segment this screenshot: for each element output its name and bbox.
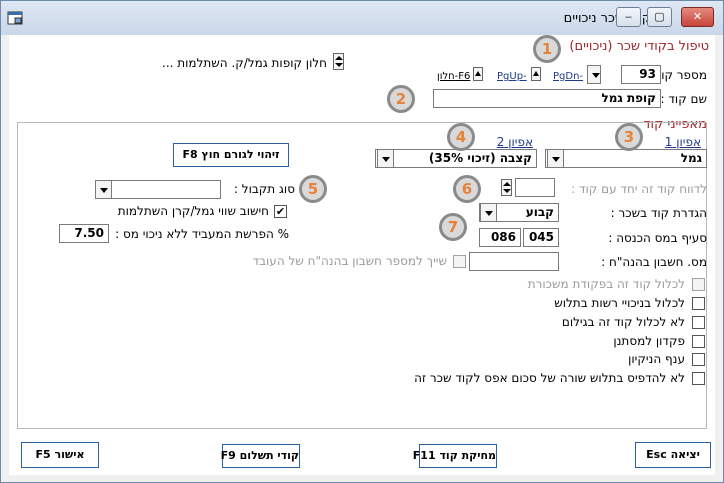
check-deposit[interactable] — [692, 335, 705, 348]
income-tax-input-a[interactable]: 045 — [523, 228, 559, 247]
app-icon — [7, 11, 23, 25]
delete-code-button[interactable]: מחיקת קוד F11 — [413, 444, 497, 468]
fund-window-spinner[interactable] — [333, 53, 344, 70]
employer-pct-input[interactable]: 7.50 — [59, 224, 109, 243]
receipt-type-dropdown-button[interactable] — [95, 180, 112, 199]
check-label-cleaning: ענף הניקיון — [628, 352, 685, 366]
exit-button[interactable]: יציאה Esc — [635, 442, 711, 468]
check-label-payroll: לכלול קוד זה בפקודת משכורת — [527, 277, 685, 291]
annotation-badge-5: 5 — [299, 175, 327, 203]
code-name-label: שם קוד : — [660, 92, 707, 106]
pgdn-link[interactable]: PgDn- — [553, 71, 583, 82]
check-label-deposit: פקדון למסתנן — [613, 334, 685, 348]
pgup-arrow-icon[interactable] — [531, 67, 541, 81]
check-label-optional: לכלול בניכויי רשות בתלוש — [554, 296, 685, 310]
bank-account-input[interactable] — [469, 252, 559, 271]
annotation-badge-4: 4 — [447, 123, 475, 151]
check-payroll[interactable] — [692, 278, 705, 291]
report-with-code-label: לדווח קוד זה יחד עם קוד : — [571, 182, 707, 196]
check-no-zero[interactable] — [692, 372, 705, 385]
calc-fund-label: חישוב שווי גמל/קרן השתלמות — [117, 204, 269, 218]
code-name-input[interactable]: קופת גמל — [433, 89, 661, 108]
employer-pct-label: % הפרשת המעביד ללא ניכוי מס : — [115, 227, 289, 241]
maximize-button[interactable]: ▢ — [647, 7, 672, 27]
pgup-link[interactable]: PgUp- — [497, 71, 527, 82]
attr1-label: אפיון 1 — [664, 135, 701, 149]
attr2-dropdown-button[interactable] — [377, 149, 394, 168]
calc-fund-checkbox[interactable]: ✔ — [274, 205, 287, 218]
receipt-type-label: סוג תקבול : — [233, 182, 295, 196]
attr2-label: אפיון 2 — [496, 135, 533, 149]
code-def-dropdown-button[interactable] — [480, 203, 497, 222]
report-with-code-input[interactable] — [515, 178, 555, 197]
code-dropdown-button[interactable] — [587, 65, 601, 84]
check-optional[interactable] — [692, 297, 705, 310]
f6-arrow-icon[interactable] — [473, 67, 483, 81]
check-label-no-zero: לא להדפיס בתלוש שורה של סכום אפס לקוד שכ… — [414, 371, 685, 385]
annotation-badge-7: 7 — [439, 213, 467, 241]
fund-window-link[interactable]: חלון קופות גמל/ק. השתלמות ... — [162, 56, 327, 70]
receipt-type-input[interactable] — [95, 180, 221, 199]
annotation-badge-3: 3 — [615, 123, 643, 151]
code-number-input[interactable]: 93 — [621, 65, 661, 84]
external-id-f8-button[interactable]: זיהוי לגורם חוץ F8 — [173, 143, 289, 167]
check-label-grossup: לא לכלול קוד זה בגילום — [561, 315, 685, 329]
attr1-dropdown-button[interactable] — [547, 149, 564, 168]
check-cleaning[interactable] — [692, 353, 705, 366]
attr1-input[interactable]: גמל — [545, 149, 707, 168]
assign-account-checkbox[interactable] — [453, 255, 466, 268]
form-area: טיפול בקודי שכר (ניכויים) מספר קוד : 93 … — [9, 35, 715, 475]
report-with-code-spinner[interactable] — [501, 179, 512, 196]
assign-account-label: שייך למספר חשבון בהנה"ח של העובד — [252, 254, 447, 268]
income-tax-label: סעיף במס הכנסה : — [608, 231, 707, 245]
annotation-badge-1: 1 — [533, 35, 561, 63]
check-grossup[interactable] — [692, 316, 705, 329]
section-title: טיפול בקודי שכר (ניכויים) — [569, 39, 709, 54]
confirm-button[interactable]: אישור F5 — [21, 442, 99, 468]
attr2-input[interactable]: קצבה (זיכוי 35%) — [375, 149, 537, 168]
annotation-badge-6: 6 — [453, 175, 481, 203]
income-tax-input-b[interactable]: 086 — [479, 228, 521, 247]
app-window: קודי שכר ניכויים ‒ ▢ ✕ טיפול בקודי שכר (… — [0, 0, 724, 483]
payment-codes-button[interactable]: קודי תשלום F9 — [221, 444, 300, 468]
code-def-label: הגדרת קוד בשכר : — [610, 206, 707, 220]
close-button[interactable]: ✕ — [681, 7, 714, 27]
minimize-button[interactable]: ‒ — [616, 7, 641, 27]
annotation-badge-2: 2 — [387, 85, 415, 113]
f6-link[interactable]: חלון-F6 — [437, 71, 470, 82]
title-bar: קודי שכר ניכויים ‒ ▢ ✕ — [1, 1, 723, 35]
bank-account-label: מס. חשבון בהנה"ח : — [601, 255, 707, 269]
